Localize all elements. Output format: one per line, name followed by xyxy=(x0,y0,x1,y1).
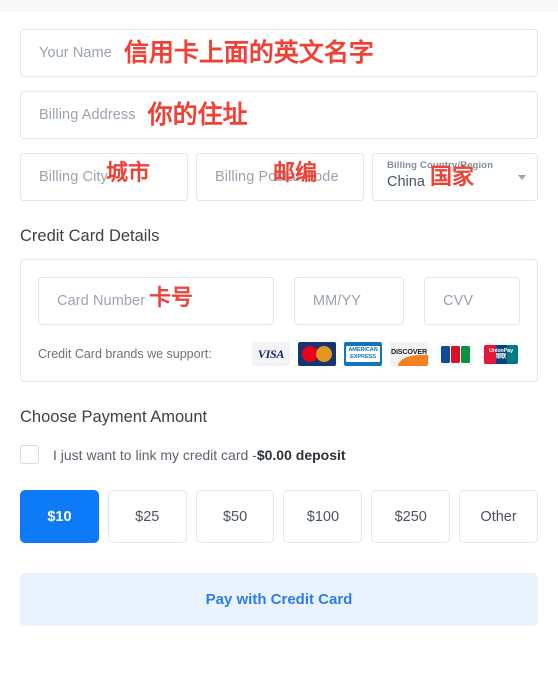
visa-icon: VISA xyxy=(252,342,290,366)
billing-address-placeholder: Billing Address xyxy=(39,107,136,123)
amex-line1: AMERICAN xyxy=(348,347,378,354)
visa-icon-text: VISA xyxy=(257,346,285,361)
unionpay-icon: UnionPay 银联 xyxy=(482,342,520,366)
unionpay-icon-art: UnionPay 银联 xyxy=(484,344,518,364)
link-card-checkbox[interactable] xyxy=(20,445,39,464)
billing-postal-placeholder: Billing Postal Code xyxy=(215,169,339,185)
billing-address-annotation: 你的住址 xyxy=(147,100,248,129)
payment-amount-heading: Choose Payment Amount xyxy=(20,408,208,426)
mastercard-icon xyxy=(298,342,336,366)
unionpay-icon-text: UnionPay 银联 xyxy=(489,348,513,360)
amount-options: $10 $25 $50 $100 $250 Other xyxy=(20,490,538,543)
card-cvv-field[interactable]: CVV xyxy=(424,277,520,325)
card-expiry-field[interactable]: MM/YY xyxy=(294,277,404,325)
billing-country-label: Billing Country/Region xyxy=(387,160,494,171)
amount-button-other[interactable]: Other xyxy=(459,490,538,543)
card-number-annotation: 卡号 xyxy=(149,285,194,310)
card-expiry-placeholder: MM/YY xyxy=(313,293,362,309)
credit-card-inputs-row: Card Number 卡号 MM/YY CVV xyxy=(38,277,520,325)
credit-card-heading: Credit Card Details xyxy=(20,227,160,245)
billing-postal-field[interactable]: Billing Postal Code 邮编 xyxy=(196,153,364,201)
amount-button-50[interactable]: $50 xyxy=(195,490,275,543)
discover-icon-arc xyxy=(398,355,428,366)
billing-city-field[interactable]: Billing City 城市 xyxy=(20,153,188,201)
unionpay-line2: 银联 xyxy=(495,354,507,360)
city-postal-country-row: Billing City 城市 Billing Postal Code 邮编 B… xyxy=(20,153,538,201)
amount-button-10[interactable]: $10 xyxy=(20,490,99,543)
name-field[interactable]: Your Name 信用卡上面的英文名字 xyxy=(20,29,538,77)
amex-line2: EXPRESS xyxy=(350,354,376,360)
discover-icon: DISCOVER xyxy=(390,342,428,366)
card-number-field[interactable]: Card Number 卡号 xyxy=(38,277,274,325)
card-brands-label: Credit Card brands we support: xyxy=(38,347,212,361)
amex-icon-text: AMERICAN EXPRESS xyxy=(346,346,380,362)
unionpay-line1: UnionPay xyxy=(488,347,514,354)
name-annotation: 信用卡上面的英文名字 xyxy=(123,38,374,67)
billing-address-field[interactable]: Billing Address 你的住址 xyxy=(20,91,538,139)
card-number-placeholder: Card Number xyxy=(57,293,146,309)
discover-icon-art: DISCOVER xyxy=(390,342,428,366)
billing-form: Your Name 信用卡上面的英文名字 Billing Address 你的住… xyxy=(0,12,558,626)
amount-button-25[interactable]: $25 xyxy=(107,490,187,543)
pay-with-credit-card-button[interactable]: Pay with Credit Card xyxy=(20,573,538,626)
card-brands-row: Credit Card brands we support: VISA AMER… xyxy=(38,342,520,366)
page-top-band xyxy=(0,0,558,12)
link-card-label: I just want to link my credit card -$0.0… xyxy=(53,447,346,463)
amount-button-250[interactable]: $250 xyxy=(371,490,451,543)
link-card-amount: $0.00 deposit xyxy=(256,446,346,463)
link-card-label-text: I just want to link my credit card - xyxy=(53,446,257,463)
name-placeholder: Your Name xyxy=(39,45,112,61)
credit-card-panel: Card Number 卡号 MM/YY CVV Credit Card bra… xyxy=(20,259,538,382)
link-card-checkbox-row[interactable]: I just want to link my credit card -$0.0… xyxy=(20,445,538,464)
billing-country-value: China xyxy=(387,174,425,190)
jcb-icon-stripes xyxy=(440,345,470,363)
billing-city-annotation: 城市 xyxy=(106,160,151,185)
billing-city-placeholder: Billing City xyxy=(39,169,108,185)
amex-icon: AMERICAN EXPRESS xyxy=(344,342,382,366)
amount-button-100[interactable]: $100 xyxy=(283,490,363,543)
mastercard-icon-circles xyxy=(302,346,332,362)
chevron-down-icon[interactable] xyxy=(518,175,526,180)
payment-form-page: Your Name 信用卡上面的英文名字 Billing Address 你的住… xyxy=(0,0,558,675)
card-cvv-placeholder: CVV xyxy=(443,293,474,309)
card-brand-logos: VISA AMERICAN EXPRESS DISCOVER UnionPay … xyxy=(252,342,520,366)
jcb-icon xyxy=(436,342,474,366)
billing-country-select[interactable]: Billing Country/Region China 国家 xyxy=(372,153,538,201)
